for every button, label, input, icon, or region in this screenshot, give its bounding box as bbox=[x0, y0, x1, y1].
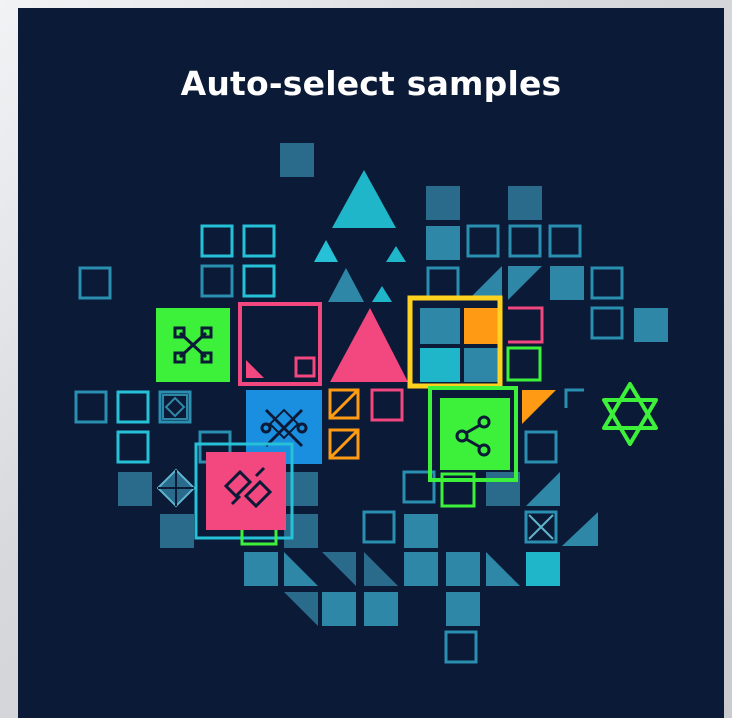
tile bbox=[362, 510, 396, 544]
pink-card bbox=[206, 452, 286, 530]
triangle bbox=[314, 240, 338, 262]
tile bbox=[284, 552, 318, 586]
tile bbox=[426, 186, 460, 220]
tile bbox=[242, 264, 276, 298]
green-card bbox=[156, 308, 230, 382]
mosaic-tiles bbox=[118, 143, 668, 626]
tile bbox=[118, 472, 152, 506]
tile bbox=[200, 264, 234, 298]
tile bbox=[526, 552, 560, 586]
tile bbox=[466, 224, 500, 258]
tile bbox=[590, 266, 624, 300]
tile bbox=[364, 552, 398, 586]
tile bbox=[244, 552, 278, 586]
tile bbox=[562, 512, 598, 546]
tile bbox=[548, 224, 582, 258]
tile bbox=[404, 514, 438, 548]
tile bbox=[634, 308, 668, 342]
tile bbox=[446, 552, 480, 586]
hexagram-outline-icon bbox=[602, 382, 658, 446]
canvas: Auto-select samples bbox=[0, 0, 732, 718]
tile bbox=[284, 592, 318, 626]
triangle bbox=[372, 286, 392, 302]
triangle bbox=[332, 170, 396, 228]
tile bbox=[78, 266, 112, 300]
orange-tiles bbox=[328, 388, 360, 460]
tile bbox=[404, 552, 438, 586]
tile bbox=[364, 592, 398, 626]
orange-triangle bbox=[522, 390, 556, 424]
pink-corner bbox=[246, 360, 264, 378]
tile bbox=[200, 224, 234, 258]
tile bbox=[322, 552, 356, 586]
tile bbox=[158, 390, 192, 424]
pink-triangle bbox=[330, 308, 408, 382]
tile bbox=[116, 390, 150, 424]
tile bbox=[242, 224, 276, 258]
tile bbox=[468, 266, 502, 300]
tile bbox=[508, 224, 542, 258]
tile bbox=[508, 266, 542, 300]
tile bbox=[426, 266, 460, 300]
tile bbox=[160, 514, 194, 548]
tile bbox=[280, 143, 314, 177]
corner-mark bbox=[564, 388, 584, 408]
tile bbox=[486, 552, 520, 586]
triangle bbox=[386, 246, 406, 262]
sample-tiles-illustration bbox=[74, 143, 668, 664]
tile bbox=[524, 430, 558, 464]
tile bbox=[444, 630, 478, 664]
tile bbox=[550, 266, 584, 300]
tile bbox=[446, 592, 480, 626]
tile bbox=[74, 390, 108, 424]
triangle bbox=[328, 268, 364, 302]
tile bbox=[508, 186, 542, 220]
selected-card bbox=[428, 386, 518, 482]
tile bbox=[590, 306, 624, 340]
tile bbox=[284, 514, 318, 548]
tile bbox=[426, 226, 460, 260]
yellow-selection bbox=[407, 295, 503, 389]
triangles bbox=[314, 170, 406, 302]
tile bbox=[526, 472, 560, 506]
tile bbox=[322, 592, 356, 626]
tile bbox=[116, 430, 150, 464]
tile bbox=[284, 472, 318, 506]
